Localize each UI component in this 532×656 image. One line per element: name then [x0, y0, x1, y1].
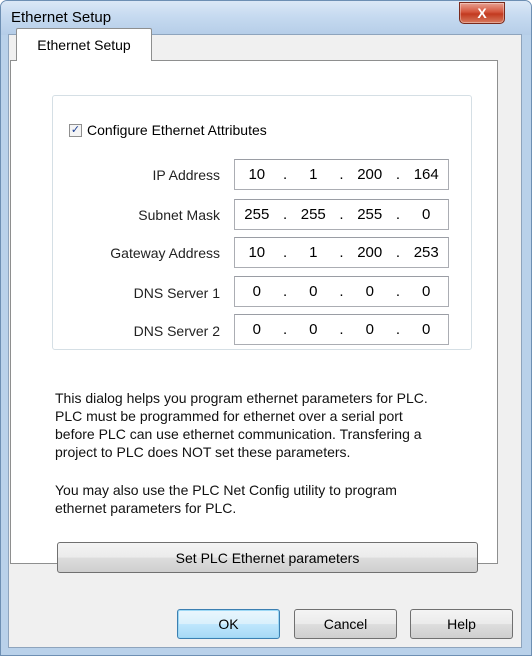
ip-octet[interactable]: 10: [235, 166, 279, 183]
tab-ethernet-setup[interactable]: Ethernet Setup: [16, 28, 152, 61]
ip-octet[interactable]: 0: [235, 321, 279, 338]
octet-separator: .: [339, 283, 344, 300]
octet-separator: .: [395, 166, 401, 183]
ip-octet[interactable]: 0: [348, 321, 392, 338]
octet-separator: .: [339, 206, 344, 223]
octet-separator: .: [395, 206, 401, 223]
ip-octet[interactable]: 0: [291, 321, 335, 338]
cancel-button[interactable]: Cancel: [294, 609, 397, 639]
octet-separator: .: [339, 166, 344, 183]
octet-separator: .: [395, 283, 401, 300]
ip-octet[interactable]: 255: [348, 206, 392, 223]
ip-octet[interactable]: 164: [404, 166, 448, 183]
dns-server-2-input[interactable]: 0 . 0 . 0 . 0: [234, 314, 449, 345]
checkbox-icon[interactable]: ✓: [69, 123, 82, 137]
ip-octet[interactable]: 1: [291, 244, 335, 261]
checkbox-label: Configure Ethernet Attributes: [87, 122, 267, 138]
ip-octet[interactable]: 200: [348, 244, 392, 261]
octet-separator: .: [339, 244, 344, 261]
ip-octet[interactable]: 255: [235, 206, 279, 223]
ip-octet[interactable]: 1: [291, 166, 335, 183]
ip-address-input[interactable]: 10 . 1 . 200 . 164: [234, 159, 449, 190]
close-icon: X: [477, 5, 487, 21]
description-line: This dialog helps you program ethernet p…: [55, 390, 428, 406]
close-button[interactable]: X: [459, 2, 505, 24]
octet-separator: .: [282, 244, 288, 261]
checkmark-icon: ✓: [70, 123, 81, 136]
description-paragraph-1: This dialog helps you program ethernet p…: [55, 389, 470, 461]
ip-octet[interactable]: 0: [235, 283, 279, 300]
ip-octet[interactable]: 0: [404, 321, 448, 338]
dns-server-1-input[interactable]: 0 . 0 . 0 . 0: [234, 276, 449, 307]
octet-separator: .: [282, 283, 288, 300]
configure-attributes-checkbox[interactable]: ✓ Configure Ethernet Attributes: [67, 120, 273, 140]
ip-octet[interactable]: 0: [404, 206, 448, 223]
subnet-mask-input[interactable]: 255 . 255 . 255 . 0: [234, 199, 449, 230]
set-plc-ethernet-parameters-button[interactable]: Set PLC Ethernet parameters: [57, 542, 478, 573]
octet-separator: .: [282, 206, 288, 223]
octet-separator: .: [339, 321, 344, 338]
octet-separator: .: [282, 166, 288, 183]
description-line: before PLC can use ethernet communicatio…: [55, 426, 422, 442]
description-line: You may also use the PLC Net Config util…: [55, 482, 397, 498]
description-line: PLC must be programmed for ethernet over…: [55, 408, 403, 424]
window-title: Ethernet Setup: [11, 9, 112, 26]
octet-separator: .: [395, 321, 401, 338]
ip-octet[interactable]: 253: [404, 244, 448, 261]
description-line: ethernet parameters for PLC.: [55, 500, 237, 516]
dns-server-1-label: DNS Server 1: [133, 285, 220, 301]
gateway-address-label: Gateway Address: [110, 245, 220, 261]
ip-octet[interactable]: 10: [235, 244, 279, 261]
help-button[interactable]: Help: [410, 609, 513, 639]
ip-address-label: IP Address: [152, 167, 220, 183]
description-line: project to PLC does NOT set these parame…: [55, 444, 351, 460]
ip-octet[interactable]: 0: [291, 283, 335, 300]
ip-octet[interactable]: 255: [291, 206, 335, 223]
octet-separator: .: [282, 321, 288, 338]
dns-server-2-label: DNS Server 2: [133, 323, 220, 339]
tab-label: Ethernet Setup: [37, 37, 131, 53]
subnet-mask-label: Subnet Mask: [138, 207, 220, 223]
ip-octet[interactable]: 0: [404, 283, 448, 300]
ip-octet[interactable]: 0: [348, 283, 392, 300]
octet-separator: .: [395, 244, 401, 261]
gateway-address-input[interactable]: 10 . 1 . 200 . 253: [234, 237, 449, 268]
ip-octet[interactable]: 200: [348, 166, 392, 183]
ok-button[interactable]: OK: [177, 609, 280, 639]
description-paragraph-2: You may also use the PLC Net Config util…: [55, 481, 470, 517]
